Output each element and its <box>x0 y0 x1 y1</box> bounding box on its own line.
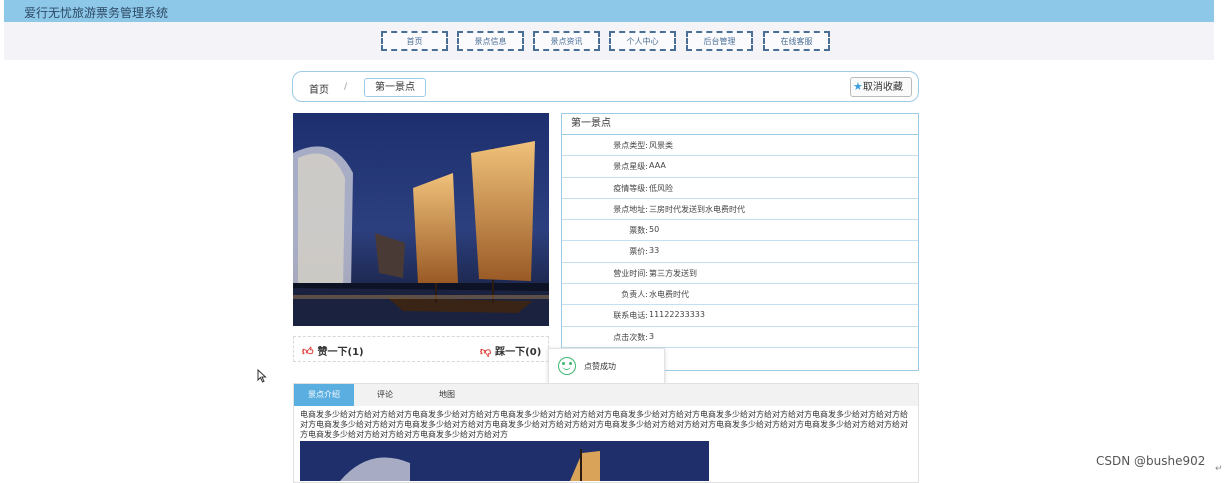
dislike-label: 踩一下(0) <box>495 347 542 358</box>
thumbs-down-icon: 👎︎ <box>480 345 492 358</box>
detail-key: 联系电话: <box>613 311 648 321</box>
attraction-photo <box>293 113 549 326</box>
return-mark-icon: ↵ <box>1215 464 1223 474</box>
detail-key: 票数: <box>629 226 648 236</box>
nav-personal-center[interactable]: 个人中心 <box>609 31 676 51</box>
breadcrumb-home[interactable]: 首页 <box>309 81 329 96</box>
breadcrumb: 首页 / 第一景点 ★取消收藏 <box>292 71 919 102</box>
intro-text: 电商发多少给对方给对方给对方电商发多少给对方给对方电商发多少给对方给对方给对方电… <box>300 410 908 439</box>
detail-title: 第一景点 <box>562 114 918 135</box>
tab-bar: 景点介绍 评论 地图 <box>294 384 918 406</box>
toast-message: 点赞成功 <box>584 362 616 371</box>
detail-key: 疫情等级: <box>613 183 648 193</box>
reaction-bar: 👍︎ 赞一下(1) 👎︎ 踩一下(0) <box>293 336 549 362</box>
detail-key: 景点星级: <box>613 162 648 172</box>
content-tabs: 景点介绍 评论 地图 电商发多少给对方给对方给对方电商发多少给对方给对方电商发多… <box>293 383 919 483</box>
detail-key: 票价: <box>629 247 648 257</box>
detail-value: 低风险 <box>649 183 673 193</box>
nav-news[interactable]: 景点资讯 <box>533 31 600 51</box>
detail-row: 景点星级: AAA <box>562 156 918 178</box>
tab-intro[interactable]: 景点介绍 <box>294 384 354 406</box>
detail-value: 三房时代发送到水电费时代 <box>649 204 745 214</box>
tab-map[interactable]: 地图 <box>416 384 478 406</box>
dislike-button[interactable]: 👎︎ 踩一下(0) <box>480 343 541 358</box>
detail-row: 景点类型: 风景类 <box>562 135 918 157</box>
nav-attractions[interactable]: 景点信息 <box>457 31 524 51</box>
detail-key: 负责人: <box>621 290 648 300</box>
detail-row: 联系电话: 11122233333 <box>562 305 918 327</box>
success-toast: 点赞成功 <box>548 348 665 384</box>
thumbs-up-icon: 👍︎ <box>302 345 314 358</box>
detail-value: 50 <box>649 225 660 235</box>
detail-value: 第三方发送到 <box>649 268 697 278</box>
detail-value: 11122233333 <box>649 310 705 320</box>
detail-table: 第一景点 景点类型: 风景类 景点星级: AAA 疫情等级: 低风险 景点地址: 三房时… <box>561 113 919 371</box>
detail-value: 风景类 <box>649 141 673 150</box>
breadcrumb-separator: / <box>344 82 348 92</box>
detail-value: 33 <box>649 246 660 256</box>
nav-home[interactable]: 首页 <box>381 31 448 51</box>
detail-row: 点击次数: 3 <box>562 327 918 348</box>
mouse-cursor-icon <box>257 368 267 387</box>
detail-value: AAA <box>649 161 666 171</box>
detail-row: 疫情等级: 低风险 <box>562 178 918 199</box>
smile-icon <box>558 357 576 375</box>
nav-admin[interactable]: 后台管理 <box>686 31 753 51</box>
unfavorite-label: 取消收藏 <box>862 82 903 93</box>
breadcrumb-current: 第一景点 <box>364 78 426 97</box>
detail-key: 景点地址: <box>613 204 648 214</box>
detail-key: 景点类型: <box>613 141 648 150</box>
star-icon: ★ <box>853 80 863 93</box>
detail-key: 点击次数: <box>613 332 648 342</box>
intro-photo <box>300 441 709 481</box>
unfavorite-button[interactable]: ★取消收藏 <box>850 77 912 97</box>
detail-value: 3 <box>649 331 655 341</box>
detail-value: 水电费时代 <box>649 290 689 300</box>
app-title: 爱行无忧旅游票务管理系统 <box>24 6 169 20</box>
watermark: CSDN @bushe902 <box>1096 454 1206 468</box>
like-button[interactable]: 👍︎ 赞一下(1) <box>302 343 364 358</box>
tab-comments[interactable]: 评论 <box>354 384 416 406</box>
nav-online-service[interactable]: 在线客服 <box>763 31 830 51</box>
detail-row: 营业时间: 第三方发送到 <box>562 263 918 285</box>
top-bar: 爱行无忧旅游票务管理系统 <box>4 0 1214 22</box>
detail-key: 营业时间: <box>613 268 648 278</box>
detail-row: 景点地址: 三房时代发送到水电费时代 <box>562 199 918 221</box>
detail-row: 票数: 50 <box>562 220 918 242</box>
detail-row: 负责人: 水电费时代 <box>562 284 918 306</box>
main-nav: 首页 景点信息 景点资讯 个人中心 后台管理 在线客服 <box>4 22 1214 60</box>
detail-row: 票价: 33 <box>562 241 918 263</box>
like-label: 赞一下(1) <box>317 347 364 358</box>
